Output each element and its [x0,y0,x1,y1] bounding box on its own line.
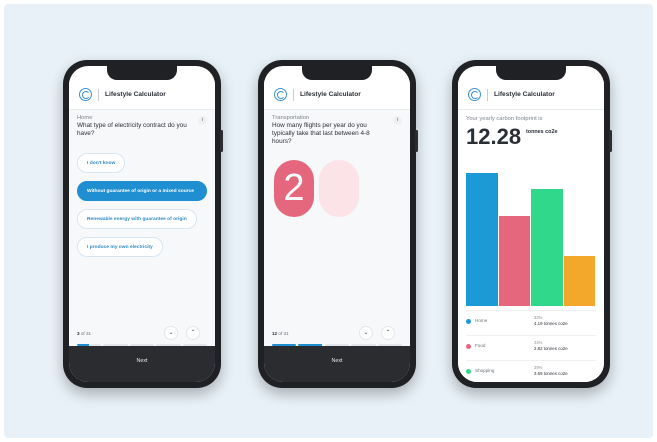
legend-value: 2.82 tonnes co2e [534,346,568,351]
prev-question-button[interactable]: ⌄ [359,326,373,340]
info-icon[interactable]: i [198,116,207,125]
app-header: Lifestyle Calculator [458,80,604,110]
un-logo-icon [79,88,92,101]
footprint-unit: tonnes co2e [526,129,558,135]
showcase-background: Lifestyle Calculator i Home What type of… [4,4,653,438]
prev-question-button[interactable]: ⌄ [164,326,178,340]
legend-value: 3.69 tonnes co2e [534,371,568,376]
phone-electricity-question: Lifestyle Calculator i Home What type of… [63,60,223,388]
legend-percent: 29% [534,365,543,370]
option-without-guarantee[interactable]: Without guarantee of origin or a mixed s… [77,181,207,201]
legend-category: Shopping [475,368,495,373]
question-text: What type of electricity contract do you… [77,122,187,137]
legend-percent: 33% [534,315,543,320]
question-category: Transportation [272,115,310,121]
phone-flights-question: Lifestyle Calculator i Transportation Ho… [258,60,418,388]
next-question-button[interactable]: ⌃ [381,326,395,340]
legend-category: Home [475,318,488,323]
phone-notch [496,66,566,80]
bar-shopping [531,188,563,306]
footprint-bar-chart [466,166,596,306]
option-dont-know[interactable]: I don't know [77,153,126,173]
results-panel: Your yearly carbon footprint is 12.28 to… [458,110,604,382]
legend-row: Shopping 29% 3.69 tonnes co2e [466,360,596,382]
legend-dot [466,319,471,324]
chevron-up-icon: ⌃ [190,330,196,336]
phone-screen: Lifestyle Calculator i Home What type of… [69,66,215,382]
bar-food [498,216,530,306]
digit-input-2[interactable] [319,160,359,217]
app-header: Lifestyle Calculator [69,80,215,110]
option-produce-own[interactable]: I produce my own electricity [77,237,163,257]
legend-dot [466,344,471,349]
next-question-button[interactable]: ⌃ [186,326,200,340]
question-text: How many flights per year do you typical… [272,122,370,145]
next-button[interactable]: Next [264,346,410,382]
footprint-label: Your yearly carbon footprint is [466,116,543,122]
app-title: Lifestyle Calculator [300,91,361,98]
phone-screen: Lifestyle Calculator i Transportation Ho… [264,66,410,382]
question-pager: 12 of 31 [272,331,289,336]
legend-percent: 24% [534,340,543,345]
bar-home [466,172,498,306]
chevron-down-icon: ⌄ [363,330,369,336]
info-icon[interactable]: i [393,116,402,125]
footprint-value: 12.28 [466,124,522,149]
question-panel: i Home What type of electricity contract… [69,110,215,346]
legend-dot [466,369,471,374]
phone-notch [107,66,177,80]
next-button[interactable]: Next [69,346,215,382]
app-title: Lifestyle Calculator [494,91,555,98]
legend-row: Food 24% 2.82 tonnes co2e [466,335,596,357]
legend-category: Food [475,343,486,348]
un-logo-icon [274,88,287,101]
digit-input-1[interactable]: 2 [274,160,314,217]
bar-other [563,255,595,306]
un-logo-icon [468,88,481,101]
phone-results: Lifestyle Calculator Your yearly carbon … [452,60,612,388]
app-header: Lifestyle Calculator [264,80,410,110]
legend-value: 4.19 tonnes co2e [534,321,568,326]
chevron-down-icon: ⌄ [168,330,174,336]
question-panel: i Transportation How many flights per ye… [264,110,410,346]
chevron-up-icon: ⌃ [385,330,391,336]
question-category: Home [77,115,93,121]
phone-notch [302,66,372,80]
legend-row: Home 33% 4.19 tonnes co2e [466,310,596,332]
app-title: Lifestyle Calculator [105,91,166,98]
option-renewable-energy[interactable]: Renewable energy with guarantee of origi… [77,209,197,229]
question-pager: 3 of 31 [77,331,92,336]
phone-screen: Lifestyle Calculator Your yearly carbon … [458,66,604,382]
